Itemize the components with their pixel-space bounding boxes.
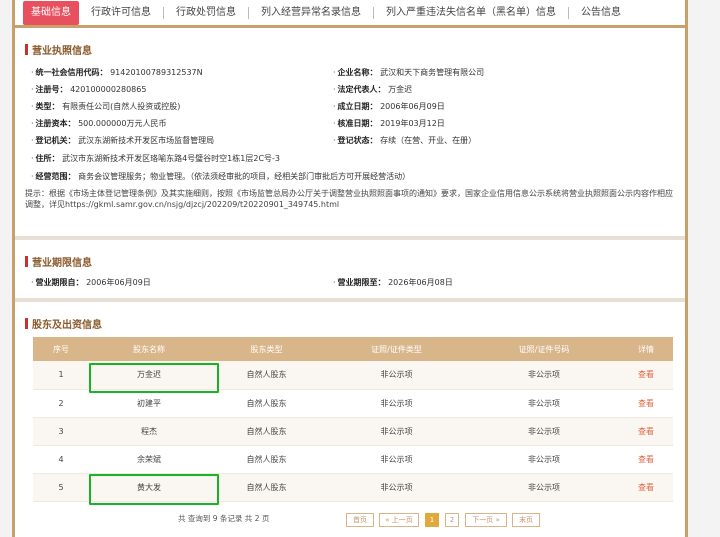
tab-blacklist[interactable]: 列入严重违法失信名单（黑名单）信息	[374, 1, 568, 25]
last-page-button[interactable]: 末页	[512, 513, 540, 527]
view-detail-link[interactable]: 查看	[619, 389, 673, 418]
view-detail-link[interactable]: 查看	[619, 473, 673, 502]
address-field: · 住所： 武汉市东湖新技术开发区珞喻东路4号璧谷时空1栋1层2C号-3	[31, 154, 281, 163]
page-1-button[interactable]: 1	[425, 513, 439, 527]
row-index: 4	[33, 445, 89, 474]
shareholder-type: 自然人股东	[209, 445, 324, 474]
prev-page-button[interactable]: « 上一页	[379, 513, 419, 527]
section-marker	[25, 43, 28, 55]
shareholder-type: 自然人股东	[209, 473, 324, 502]
next-page-button[interactable]: 下一页 »	[465, 513, 507, 527]
tab-basic-info[interactable]: 基础信息	[23, 0, 79, 25]
section-divider	[15, 298, 685, 302]
col-header-name: 股东名称	[89, 337, 209, 361]
cert-no: 非公示项	[469, 417, 619, 446]
tab-bar: 基础信息 行政许可信息 行政处罚信息 列入经营异常名录信息 列入严重违法失信名单…	[15, 0, 685, 28]
highlight-box	[89, 474, 219, 505]
reg-no-field: · 注册号： 420100000280865	[31, 85, 147, 94]
highlight-box	[89, 363, 219, 393]
col-header-index: 序号	[33, 337, 89, 361]
shareholder-type: 自然人股东	[209, 389, 324, 418]
first-page-button[interactable]: 首页	[346, 513, 374, 527]
tab-abnormal-list[interactable]: 列入经营异常名录信息	[249, 1, 373, 25]
cert-type: 非公示项	[324, 417, 469, 446]
period-to-field: · 营业期限至： 2026年06月08日	[333, 278, 453, 287]
table-header-row: 序号 股东名称 股东类型 证照/证件类型 证照/证件号码 详情	[33, 337, 673, 361]
credit-code-field: · 统一社会信用代码： 91420100789312537N	[31, 68, 203, 77]
cert-no: 非公示项	[469, 473, 619, 502]
shareholder-name: 程杰	[89, 417, 209, 446]
tab-announcements[interactable]: 公告信息	[569, 1, 633, 25]
scope-field: · 经营范围： 商务会议管理服务；物业管理。（依法须经审批的项目，经相关部门审批后…	[31, 172, 411, 181]
table-row: 3 程杰 自然人股东 非公示项 非公示项 查看	[33, 417, 673, 446]
table-row: 2 初建平 自然人股东 非公示项 非公示项 查看	[33, 389, 673, 418]
authority-field: · 登记机关： 武汉东湖新技术开发区市场监督管理局	[31, 136, 215, 145]
table-row: 4 余荣斌 自然人股东 非公示项 非公示项 查看	[33, 445, 673, 474]
row-index: 5	[33, 473, 89, 502]
company-name-field: · 企业名称： 武汉和天下商务管理有限公司	[333, 68, 485, 77]
row-index: 1	[33, 361, 89, 390]
legal-rep-field: · 法定代表人： 万金迟	[333, 85, 413, 94]
approve-date-field: · 核准日期： 2019年03月12日	[333, 119, 445, 128]
section-marker	[25, 255, 28, 267]
section-divider	[15, 236, 685, 240]
period-section-title: 营业期限信息	[25, 254, 675, 269]
page-2-button[interactable]: 2	[445, 513, 459, 527]
cert-type: 非公示项	[324, 389, 469, 418]
cert-type: 非公示项	[324, 445, 469, 474]
shareholder-name: 初建平	[89, 389, 209, 418]
record-summary: 共 查询到 9 条记录 共 2 页	[178, 514, 270, 523]
section-title: 营业执照信息	[32, 45, 92, 57]
section-marker	[25, 317, 28, 329]
cert-no: 非公示项	[469, 389, 619, 418]
view-detail-link[interactable]: 查看	[619, 445, 673, 474]
section-title: 股东及出资信息	[32, 319, 102, 331]
type-field: · 类型： 有限责任公司(自然人投资或控股)	[31, 102, 181, 111]
cert-type: 非公示项	[324, 361, 469, 390]
period-from-field: · 营业期限自： 2006年06月09日	[31, 278, 151, 287]
col-header-cert-type: 证照/证件类型	[324, 337, 469, 361]
status-field: · 登记状态： 存续（在营、开业、在册）	[333, 136, 477, 145]
cert-type: 非公示项	[324, 473, 469, 502]
row-index: 2	[33, 389, 89, 418]
cert-no: 非公示项	[469, 445, 619, 474]
row-index: 3	[33, 417, 89, 446]
col-header-cert-no: 证照/证件号码	[469, 337, 619, 361]
license-section-title: 营业执照信息	[25, 42, 675, 57]
view-detail-link[interactable]: 查看	[619, 361, 673, 390]
view-detail-link[interactable]: 查看	[619, 417, 673, 446]
tab-admin-license[interactable]: 行政许可信息	[79, 1, 163, 25]
shareholder-type: 自然人股东	[209, 361, 324, 390]
shareholder-section-title: 股东及出资信息	[25, 316, 675, 331]
shareholder-type: 自然人股东	[209, 417, 324, 446]
col-header-detail: 详情	[619, 337, 673, 361]
capital-field: · 注册资本： 500.000000万元人民币	[31, 119, 167, 128]
tab-admin-penalty[interactable]: 行政处罚信息	[164, 1, 248, 25]
shareholder-name: 余荣斌	[89, 445, 209, 474]
adjustment-notice: 提示：根据《市场主体登记管理条例》及其实施细则，按照《市场监管总局办公厅关于调整…	[25, 189, 673, 209]
est-date-field: · 成立日期： 2006年06月09日	[333, 102, 445, 111]
section-title: 营业期限信息	[32, 257, 92, 269]
company-info-panel: 基础信息 行政许可信息 行政处罚信息 列入经营异常名录信息 列入严重违法失信名单…	[12, 0, 688, 537]
cert-no: 非公示项	[469, 361, 619, 390]
col-header-type: 股东类型	[209, 337, 324, 361]
